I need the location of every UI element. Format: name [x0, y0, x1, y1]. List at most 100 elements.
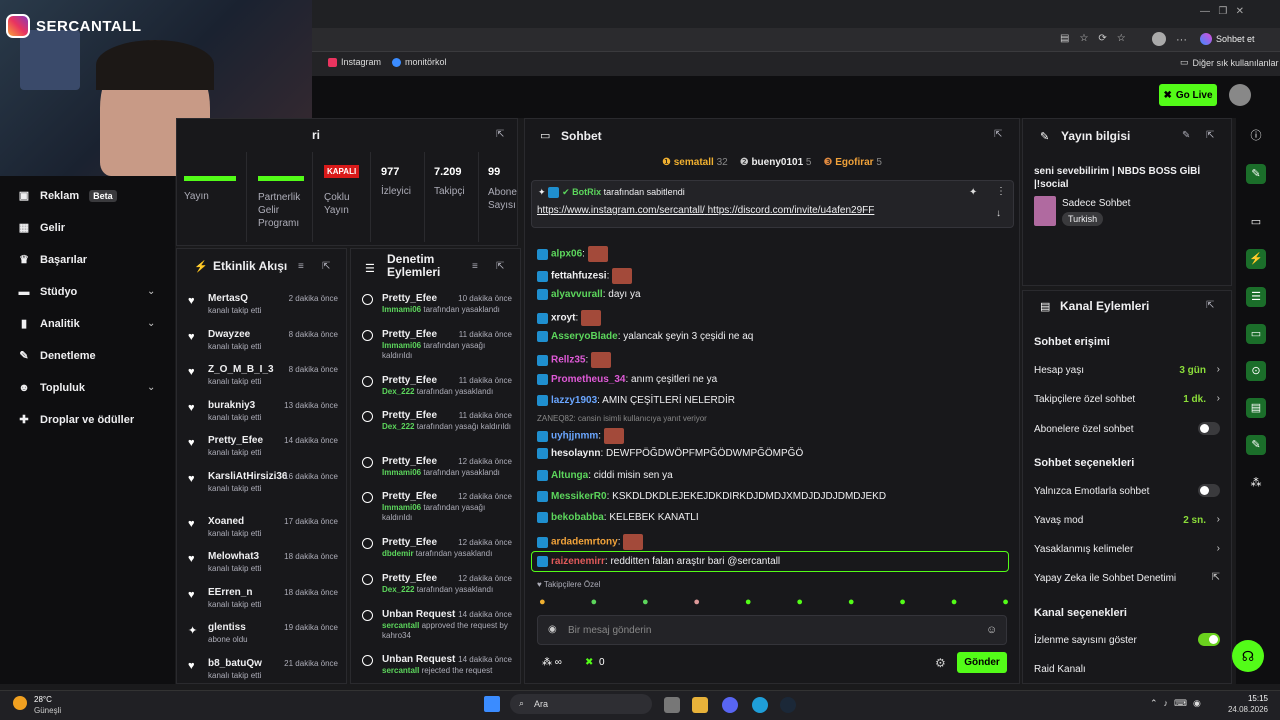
profile-icon[interactable] — [1152, 32, 1166, 46]
popout-icon[interactable]: ⇱ — [496, 129, 504, 140]
ai-mod-row[interactable]: Yapay Zeka ile Sohbet Denetimi ⇱ — [1034, 572, 1220, 584]
chat-username[interactable]: bekobabba — [551, 512, 604, 523]
stats-icon[interactable]: ▭ — [1246, 212, 1266, 232]
chat-message[interactable]: fettahfuzesi: — [537, 268, 633, 284]
more-icon[interactable]: ··· — [1176, 34, 1187, 46]
account-age-row[interactable]: Hesap yaşı 3 gün › — [1034, 364, 1220, 376]
activity-row[interactable]: ♥ Melowhat3 kanalı takip etti 18 dakika önc… — [186, 551, 338, 581]
windows-start-icon[interactable] — [484, 696, 500, 712]
top-gifter-2[interactable]: ❷ bueny0101 5 — [740, 157, 812, 168]
other-bookmarks[interactable]: ▭ Diğer sık kullanılanlar — [1180, 57, 1279, 68]
coins-display[interactable]: ✖ 0 — [585, 657, 605, 668]
filter-icon[interactable]: ≡ — [472, 261, 478, 272]
emote-icon[interactable]: ● — [642, 596, 649, 610]
task-view-icon[interactable] — [664, 697, 680, 713]
edit-icon[interactable]: ✎ — [1182, 130, 1190, 141]
chevron-down-icon[interactable]: ⌄ — [147, 318, 155, 329]
moderation-row[interactable]: Pretty_Efee Dex_222 tarafından yasaklandı… — [360, 375, 512, 409]
activity-row[interactable]: ♥ MertasQ kanalı takip etti 2 dakika önce — [186, 293, 338, 323]
emote-icon[interactable]: ● — [693, 596, 700, 610]
chat-message[interactable]: MessikerR0: KSKDLDKDLEJEKEJDKDIRKDJDMDJX… — [537, 491, 886, 502]
support-icon[interactable]: ☊ — [1232, 640, 1264, 672]
gear-icon[interactable]: ⚙ — [935, 656, 946, 670]
nav-studyo[interactable]: ▬ Stüdyo — [18, 286, 78, 298]
nav-topluluk[interactable]: ☻ Topluluk — [18, 382, 85, 394]
emote-icon[interactable]: ● — [796, 596, 803, 610]
chat-message[interactable]: Altunga: ciddi misin sen ya — [537, 470, 673, 481]
browser-toolbar-icons[interactable]: ▤☆⟳☆ — [1060, 33, 1136, 44]
chat-message[interactable]: alyavvurall: dayı ya — [537, 289, 641, 300]
chat-username[interactable]: alyavvurall — [551, 289, 603, 300]
wrench-icon[interactable]: ✎ — [1246, 435, 1266, 455]
chat-message[interactable]: xroyt: — [537, 310, 602, 326]
channel-icon[interactable]: ▤ — [1246, 398, 1266, 418]
popout-icon[interactable]: ⇱ — [1206, 300, 1214, 311]
chat-username[interactable]: hesolaynn — [551, 448, 600, 459]
chat-message[interactable]: uyhjjnmm: — [537, 428, 624, 444]
activity-row[interactable]: ♥ KarsliAtHirsizi36 kanalı takip etti 16 da… — [186, 471, 338, 501]
system-tray-icons[interactable]: ⌃♪⌨◉ — [1150, 698, 1207, 709]
category-thumbnail[interactable] — [1034, 196, 1056, 226]
emote-icon[interactable]: ● — [848, 596, 855, 610]
user-settings-icon[interactable]: ◉ — [548, 624, 557, 635]
nav-reklam[interactable]: ▣ Reklam Beta — [18, 190, 117, 202]
emote-icon[interactable]: ● — [539, 596, 546, 610]
edge-icon[interactable] — [752, 697, 768, 713]
weather-temp[interactable]: 28°C — [34, 695, 52, 704]
bookmark-instagram[interactable]: Instagram — [328, 57, 381, 67]
emote-icon[interactable]: ● — [745, 596, 752, 610]
activity-row[interactable]: ♥ Pretty_Efee kanalı takip etti 14 dakika ö… — [186, 435, 338, 465]
popout-icon[interactable]: ⇱ — [496, 261, 504, 272]
top-gifter-3[interactable]: ❸ Egofirar 5 — [823, 157, 881, 168]
nav-denetleme[interactable]: ✎ Denetleme — [18, 350, 95, 362]
edit-icon[interactable]: ✎ — [1246, 164, 1266, 184]
more-icon[interactable]: ⋮ — [996, 186, 1006, 197]
emote-icon[interactable]: ● — [1002, 596, 1009, 610]
moderation-row[interactable]: Pretty_Efee Dex_222 tarafından yasağı kal… — [360, 410, 512, 444]
activity-row[interactable]: ♥ b8_batuQw kanalı takip etti 21 dakika önc… — [186, 658, 338, 688]
chat-message[interactable]: Prometheus_34: anım çeşitleri ne ya — [537, 374, 717, 385]
chevron-down-icon[interactable]: ⌄ — [147, 286, 155, 297]
expand-icon[interactable]: ↓ — [996, 208, 1001, 219]
moderation-row[interactable]: Unban Request sercantall approved the req… — [360, 609, 512, 643]
popout-icon[interactable]: ⇱ — [322, 261, 330, 272]
weather-desc[interactable]: Güneşli — [34, 706, 61, 715]
followers-chat-row[interactable]: Takipçilere özel sohbet 1 dk. › — [1034, 393, 1220, 405]
activity-row[interactable]: ♥ Dwayzee kanalı takip etti 8 dakika önce — [186, 329, 338, 359]
bolt-icon[interactable]: ⚡ — [1246, 249, 1266, 269]
filter-icon[interactable]: ≡ — [298, 261, 304, 272]
chat-username[interactable]: lazzy1903 — [551, 395, 597, 406]
pinned-links[interactable]: https://www.instagram.com/sercantall/ ht… — [537, 205, 874, 216]
go-live-button[interactable]: ✖ Go Live — [1159, 84, 1217, 106]
chat-message[interactable]: bekobabba: KELEBEK KANATLI — [537, 512, 699, 523]
moderation-row[interactable]: Pretty_Efee Dex_222 tarafından yasaklandı… — [360, 573, 512, 607]
show-viewers-toggle[interactable] — [1198, 633, 1220, 646]
chat-username[interactable]: Altunga — [551, 470, 588, 481]
info-icon[interactable]: ⓘ — [1246, 126, 1266, 146]
chat-username[interactable]: xroyt — [551, 313, 575, 324]
nav-analitik[interactable]: ▮ Analitik — [18, 318, 80, 330]
clock-date[interactable]: 24.08.2026 — [1220, 705, 1268, 714]
raid-row[interactable]: Raid Kanalı — [1034, 664, 1220, 675]
taskbar-search[interactable] — [510, 694, 652, 714]
moderation-row[interactable]: Pretty_Efee dbdemir tarafından yasaklandı… — [360, 537, 512, 571]
moderation-row[interactable]: Pretty_Efee Immami06 tarafından yasakland… — [360, 293, 512, 327]
list-icon[interactable]: ☰ — [1246, 287, 1266, 307]
steam-icon[interactable] — [780, 697, 796, 713]
copilot-button[interactable]: Sohbet et — [1200, 33, 1255, 45]
chat-username[interactable]: uyhjjnmm — [551, 431, 598, 442]
popout-icon[interactable]: ⇱ — [994, 129, 1002, 140]
nav-droplar[interactable]: ✚ Droplar ve ödüller — [18, 414, 134, 426]
clock-time[interactable]: 15:15 — [1232, 694, 1268, 703]
activity-row[interactable]: ♥ EErren_n kanalı takip etti 18 dakika önce — [186, 587, 338, 617]
moderation-row[interactable]: Pretty_Efee Immami06 tarafından yasağı ka… — [360, 491, 512, 525]
emote-bar[interactable]: ● ● ● ● ● ● ● ● ● ● — [539, 596, 1009, 610]
activity-row[interactable]: ♥ Xoaned kanalı takip etti 17 dakika önce — [186, 516, 338, 546]
emoji-icon[interactable]: ☺ — [986, 624, 997, 636]
window-controls[interactable]: — ❐ ✕ — [1200, 6, 1244, 17]
unpin-icon[interactable]: ✦ — [969, 187, 977, 198]
bookmark-monitorkol[interactable]: monitörkol — [392, 57, 447, 67]
chat-message[interactable]: ardademrtony: — [537, 534, 644, 550]
chat-icon[interactable]: ▭ — [1246, 324, 1266, 344]
chat-message[interactable]: hesolaynn: DEWFPÖĞDWÖPFMPĞÖDWMPĞÖMPĞÖ — [537, 448, 803, 459]
